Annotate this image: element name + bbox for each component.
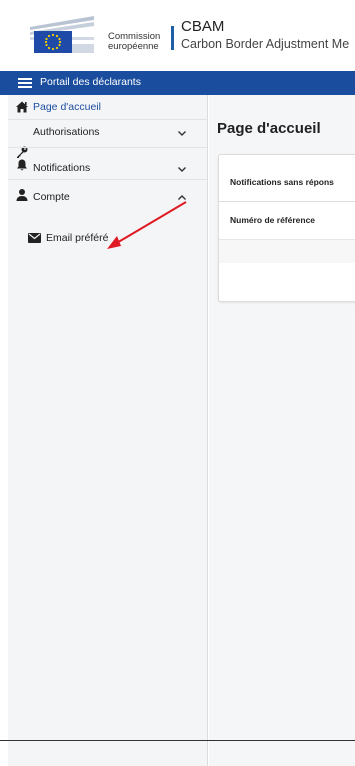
chevron-down-icon[interactable] bbox=[176, 127, 188, 139]
app-title: CBAM bbox=[181, 18, 225, 35]
divider bbox=[219, 201, 355, 202]
divider bbox=[8, 147, 208, 148]
column-header-reference[interactable]: Numéro de référence bbox=[230, 215, 315, 225]
header-divider bbox=[171, 26, 174, 50]
sidebar-item-home[interactable]: Page d'accueil bbox=[8, 95, 208, 119]
sidebar-item-label: Authorisations bbox=[33, 126, 100, 138]
portal-title: Portail des déclarants bbox=[40, 76, 141, 88]
notifications-card: Notifications sans répons Numéro de réfé… bbox=[218, 154, 355, 302]
home-icon bbox=[16, 101, 28, 113]
chevron-down-icon[interactable] bbox=[176, 163, 188, 175]
divider bbox=[8, 119, 208, 120]
bell-icon bbox=[17, 159, 27, 171]
table-row bbox=[219, 240, 355, 263]
footer-divider bbox=[0, 740, 355, 741]
page-title: Page d'accueil bbox=[217, 120, 321, 137]
chevron-up-icon[interactable] bbox=[176, 192, 188, 204]
sidebar: Page d'accueil Authorisations Notificati… bbox=[8, 95, 208, 766]
card-title: Notifications sans répons bbox=[230, 177, 334, 187]
portal-bar: Portail des déclarants bbox=[0, 71, 355, 95]
sidebar-item-label: Notifications bbox=[33, 162, 91, 174]
sidebar-subitem-label: Email préféré bbox=[46, 232, 109, 244]
ec-logo-text: Commission européenne bbox=[108, 32, 160, 52]
sidebar-subitem-email[interactable]: Email préféré bbox=[26, 228, 206, 248]
main-content: Page d'accueil Notifications sans répons… bbox=[209, 95, 355, 766]
divider bbox=[8, 179, 208, 180]
sidebar-item-label: Compte bbox=[33, 191, 70, 203]
menu-icon[interactable] bbox=[18, 78, 32, 88]
user-icon bbox=[16, 189, 28, 201]
ec-text-line2: européenne bbox=[108, 41, 159, 52]
app-subtitle: Carbon Border Adjustment Me bbox=[181, 37, 350, 51]
sidebar-item-authorisations[interactable]: Authorisations bbox=[8, 126, 208, 164]
sidebar-item-compte[interactable]: Compte bbox=[8, 189, 208, 224]
app-header: Commission européenne CBAM Carbon Border… bbox=[0, 0, 355, 62]
sidebar-item-label: Page d'accueil bbox=[33, 101, 101, 113]
european-commission-logo bbox=[30, 16, 94, 53]
envelope-icon bbox=[28, 233, 41, 243]
